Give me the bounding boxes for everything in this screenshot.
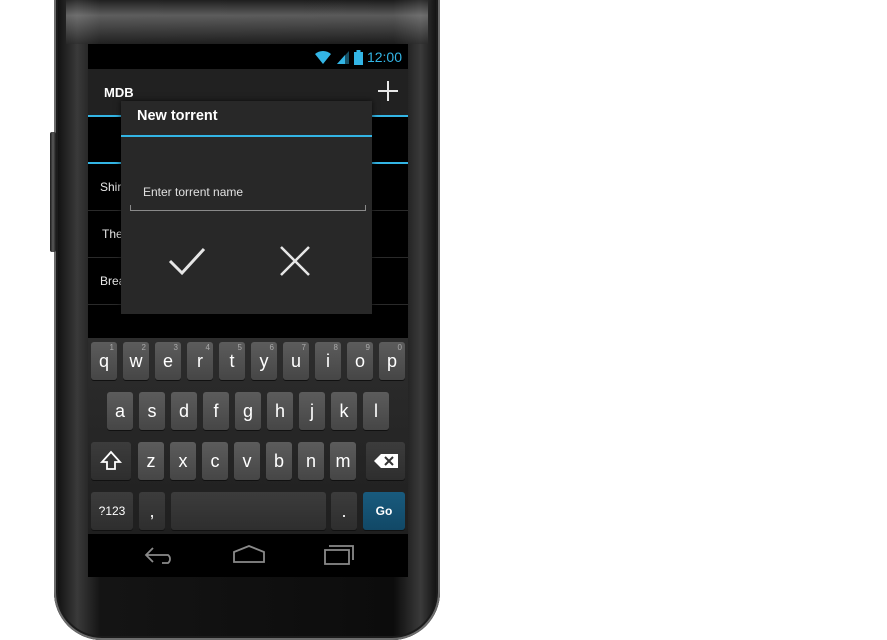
home-icon[interactable]	[232, 544, 266, 564]
key-p[interactable]: p0	[379, 342, 405, 380]
check-icon[interactable]	[167, 241, 207, 281]
key-r[interactable]: r4	[187, 342, 213, 380]
status-icons: 12:00	[314, 48, 402, 66]
list-item-label: The	[102, 227, 123, 241]
key-c[interactable]: c	[202, 442, 228, 480]
app-title: MDB	[104, 85, 134, 100]
key-f[interactable]: f	[203, 392, 229, 430]
back-icon[interactable]	[144, 546, 176, 564]
key-l[interactable]: l	[363, 392, 389, 430]
plus-icon[interactable]	[374, 77, 402, 105]
dialog-divider	[121, 135, 372, 137]
battery-icon	[353, 49, 363, 65]
key-s[interactable]: s	[139, 392, 165, 430]
key-h[interactable]: h	[267, 392, 293, 430]
wifi-icon	[314, 50, 331, 64]
go-key[interactable]: Go	[363, 492, 405, 530]
space-key[interactable]	[171, 492, 326, 530]
recents-icon[interactable]	[323, 544, 355, 566]
key-m[interactable]: m	[330, 442, 356, 480]
period-key[interactable]: .	[331, 492, 357, 530]
phone-screen: 12:00 MDB Shir The Brea New torrent q1 w…	[88, 44, 408, 577]
nav-bar	[88, 534, 408, 577]
shift-icon	[99, 450, 123, 470]
key-k[interactable]: k	[331, 392, 357, 430]
key-t[interactable]: t5	[219, 342, 245, 380]
key-u[interactable]: u7	[283, 342, 309, 380]
comma-key[interactable]: ,	[139, 492, 165, 530]
new-torrent-dialog: New torrent	[121, 101, 372, 314]
input-underline-tick	[130, 205, 131, 211]
key-g[interactable]: g	[235, 392, 261, 430]
phone-side-button	[50, 132, 56, 252]
list-item-label: Shir	[100, 180, 122, 194]
key-z[interactable]: z	[138, 442, 164, 480]
key-e[interactable]: e3	[155, 342, 181, 380]
backspace-icon	[373, 454, 398, 468]
status-bar: 12:00	[88, 44, 408, 69]
key-a[interactable]: a	[107, 392, 133, 430]
shift-key[interactable]	[91, 442, 131, 480]
status-time: 12:00	[366, 49, 402, 65]
key-b[interactable]: b	[266, 442, 292, 480]
phone-top-sheen	[66, 0, 428, 44]
key-x[interactable]: x	[170, 442, 196, 480]
signal-icon	[336, 50, 349, 64]
key-q[interactable]: q1	[91, 342, 117, 380]
soft-keyboard: q1 w2 e3 r4 t5 y6 u7 i8 o9 p0 a s d f g …	[88, 338, 408, 534]
symbols-key[interactable]: ?123	[91, 492, 133, 530]
dialog-title: New torrent	[137, 108, 218, 124]
close-icon[interactable]	[277, 243, 313, 279]
key-v[interactable]: v	[234, 442, 260, 480]
key-n[interactable]: n	[298, 442, 324, 480]
input-underline-tick	[365, 205, 366, 211]
key-y[interactable]: y6	[251, 342, 277, 380]
torrent-name-input[interactable]	[130, 173, 366, 211]
key-i[interactable]: i8	[315, 342, 341, 380]
backspace-key[interactable]	[366, 442, 405, 480]
key-d[interactable]: d	[171, 392, 197, 430]
key-j[interactable]: j	[299, 392, 325, 430]
key-o[interactable]: o9	[347, 342, 373, 380]
key-w[interactable]: w2	[123, 342, 149, 380]
